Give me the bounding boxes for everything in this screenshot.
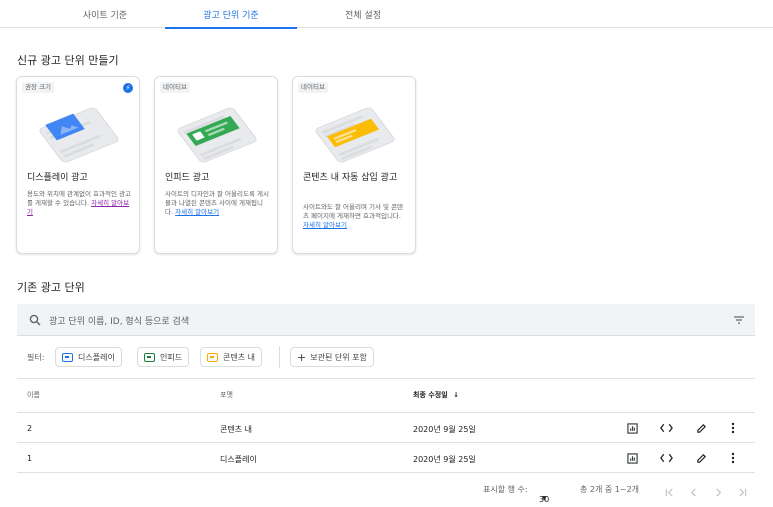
filter-label: 필터: bbox=[27, 353, 45, 362]
page-range: 총 2개 중 1~2개 bbox=[580, 485, 640, 494]
row-name: 2 bbox=[27, 424, 33, 433]
include-archived-label: 보관된 단위 포함 bbox=[310, 352, 367, 362]
search-placeholder: 광고 단위 이름, ID, 형식 등으로 검색 bbox=[49, 317, 190, 327]
display-format-icon bbox=[62, 352, 73, 362]
display-ad-card[interactable]: 권장 크기 ⚡ 디스플레이 광고 용도와 위치에 관계없이 효과적인 광고를 게… bbox=[16, 76, 140, 254]
filter-chip-label: 콘텐츠 내 bbox=[223, 352, 255, 362]
card-title: 인피드 광고 bbox=[165, 173, 210, 183]
table-header: 이름 포맷 최종 수정일 ↓ bbox=[17, 378, 755, 412]
column-header-modified[interactable]: 최종 수정일 ↓ bbox=[413, 390, 459, 400]
dropdown-arrow-icon: ▼ bbox=[542, 495, 547, 502]
row-format: 콘텐츠 내 bbox=[220, 425, 252, 434]
learn-more-link[interactable]: 자세히 알아보기 bbox=[175, 208, 219, 216]
filter-chip-label: 디스플레이 bbox=[78, 352, 115, 362]
inarticle-ad-illustration bbox=[315, 107, 395, 163]
first-page-icon[interactable] bbox=[661, 484, 677, 500]
more-vert-icon[interactable] bbox=[725, 420, 741, 436]
inarticle-format-icon bbox=[207, 352, 218, 362]
tab-bar: 사이트 기준 광고 단위 기준 전체 설정 bbox=[0, 0, 773, 29]
filter-bar: 필터: 디스플레이 인피드 콘텐츠 내 + 보관된 단위 포함 bbox=[17, 344, 755, 370]
last-page-icon[interactable] bbox=[734, 484, 750, 500]
plus-icon: + bbox=[297, 350, 307, 364]
code-icon[interactable] bbox=[658, 450, 674, 466]
infeed-ad-illustration bbox=[177, 107, 257, 163]
report-icon[interactable] bbox=[624, 450, 640, 466]
next-page-icon[interactable] bbox=[710, 484, 726, 500]
rows-per-page-label: 표시할 행 수: bbox=[483, 485, 528, 494]
infeed-format-icon bbox=[144, 352, 155, 362]
search-icon bbox=[29, 314, 41, 326]
edit-icon[interactable] bbox=[693, 420, 709, 436]
card-chip: 네이티브 bbox=[160, 82, 190, 93]
filter-chip-display[interactable]: 디스플레이 bbox=[55, 347, 122, 367]
create-section-title: 신규 광고 단위 만들기 bbox=[17, 54, 119, 67]
code-icon[interactable] bbox=[658, 420, 674, 436]
search-bar[interactable]: 광고 단위 이름, ID, 형식 등으로 검색 bbox=[17, 304, 755, 336]
filter-chip-infeed[interactable]: 인피드 bbox=[137, 347, 190, 367]
bolt-icon: ⚡ bbox=[123, 83, 133, 93]
row-modified: 2020년 9월 25일 bbox=[413, 425, 476, 434]
table-row[interactable]: 2 콘텐츠 내 2020년 9월 25일 bbox=[17, 412, 755, 442]
column-header-name[interactable]: 이름 bbox=[27, 390, 40, 400]
column-header-format[interactable]: 포맷 bbox=[220, 390, 233, 400]
row-modified: 2020년 9월 25일 bbox=[413, 455, 476, 464]
more-vert-icon[interactable] bbox=[725, 450, 741, 466]
filter-chip-label: 인피드 bbox=[160, 352, 183, 362]
include-archived-chip[interactable]: + 보관된 단위 포함 bbox=[290, 347, 374, 367]
tab-by-site[interactable]: 사이트 기준 bbox=[40, 0, 170, 28]
card-title: 콘텐츠 내 자동 삽입 광고 bbox=[303, 173, 398, 183]
infeed-ad-card[interactable]: 네이티브 인피드 광고 사이트의 디자인과 잘 어울리도록 게시물과 나열된 콘… bbox=[154, 76, 278, 254]
column-header-modified-label: 최종 수정일 bbox=[413, 391, 448, 399]
display-ad-illustration bbox=[39, 107, 119, 163]
card-description-text: 사이트와도 잘 어울리며 기사 및 콘텐츠 페이지에 게재하면 효과적입니다. bbox=[303, 203, 404, 220]
tab-by-ad-unit[interactable]: 광고 단위 기준 bbox=[165, 0, 297, 29]
arrow-down-icon: ↓ bbox=[453, 391, 459, 399]
card-title: 디스플레이 광고 bbox=[27, 173, 88, 183]
table-row[interactable]: 1 디스플레이 2020년 9월 25일 bbox=[17, 442, 755, 472]
existing-section-title: 기존 광고 단위 bbox=[17, 281, 85, 294]
inarticle-ad-card[interactable]: 네이티브 콘텐츠 내 자동 삽입 광고 사이트와도 잘 어울리며 기사 및 콘텐… bbox=[292, 76, 416, 254]
edit-icon[interactable] bbox=[693, 450, 709, 466]
tab-global-settings[interactable]: 전체 설정 bbox=[300, 0, 426, 28]
report-icon[interactable] bbox=[624, 420, 640, 436]
row-name: 1 bbox=[27, 454, 33, 463]
row-format: 디스플레이 bbox=[220, 455, 257, 464]
card-description: 사이트의 디자인과 잘 어울리도록 게시물과 나열된 콘텐츠 사이에 게재됩니다… bbox=[165, 190, 269, 217]
table-pagination: 표시할 행 수: 30 ▼ 총 2개 중 1~2개 bbox=[17, 472, 755, 504]
card-description: 사이트와도 잘 어울리며 기사 및 콘텐츠 페이지에 게재하면 효과적입니다. … bbox=[303, 203, 407, 230]
filter-list-icon[interactable] bbox=[733, 314, 745, 326]
filter-chip-inarticle[interactable]: 콘텐츠 내 bbox=[200, 347, 262, 367]
ad-units-table: 이름 포맷 최종 수정일 ↓ 2 콘텐츠 내 2020년 9월 25일 1 디스… bbox=[17, 378, 755, 504]
card-description: 용도와 위치에 관계없이 효과적인 광고를 게재할 수 있습니다. 자세히 알아… bbox=[27, 190, 131, 217]
card-chip: 권장 크기 bbox=[22, 82, 54, 93]
filter-divider bbox=[279, 346, 280, 368]
card-chip: 네이티브 bbox=[298, 82, 328, 93]
prev-page-icon[interactable] bbox=[685, 484, 701, 500]
learn-more-link[interactable]: 자세히 알아보기 bbox=[303, 221, 347, 229]
